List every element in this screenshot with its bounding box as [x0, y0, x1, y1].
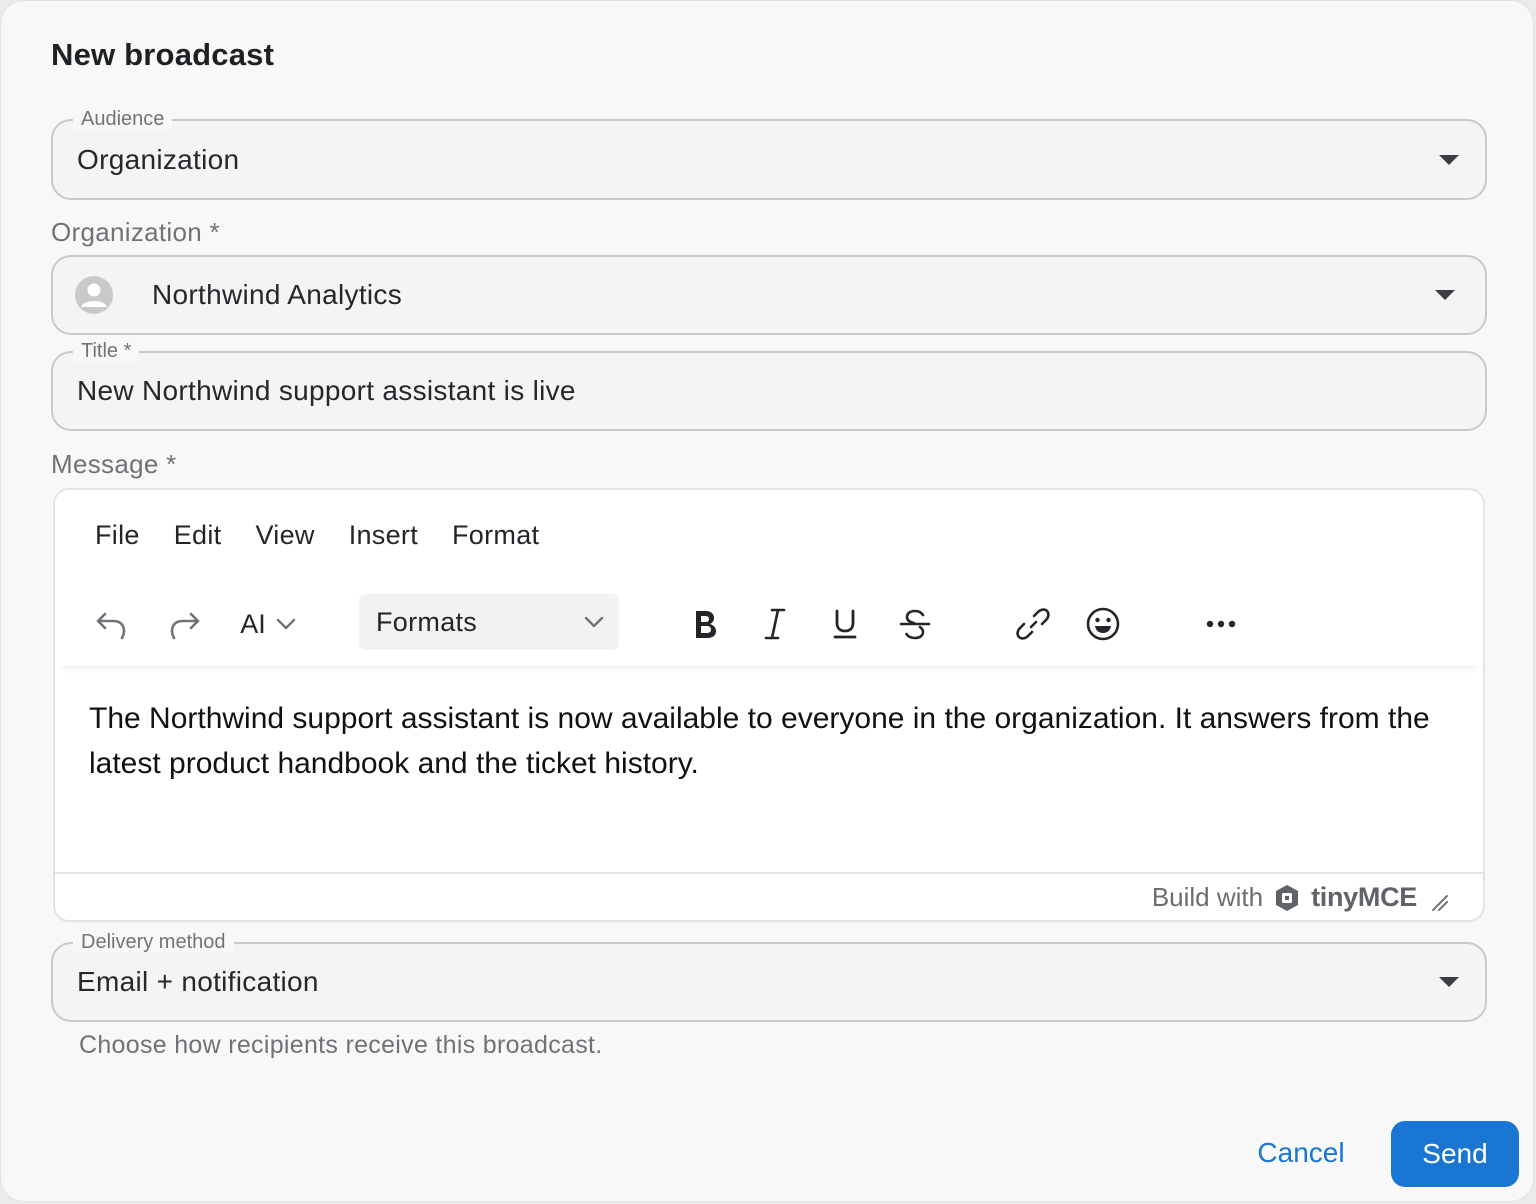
- formats-label: Formats: [376, 607, 478, 637]
- organization-value: Northwind Analytics: [152, 279, 403, 310]
- delivery-method-value: Email + notification: [77, 966, 319, 997]
- link-button[interactable]: [1011, 600, 1055, 648]
- delivery-method-select[interactable]: Delivery method Email + notification: [51, 931, 1487, 1022]
- organization-select[interactable]: Northwind Analytics: [51, 255, 1487, 335]
- editor-statusbar: Build with tinyMCE: [55, 872, 1483, 920]
- message-label: Message *: [51, 449, 177, 479]
- chevron-down-icon: [584, 616, 604, 628]
- redo-button[interactable]: [165, 600, 205, 648]
- link-icon: [1016, 608, 1050, 640]
- build-with-label: Build with: [1151, 882, 1264, 912]
- emoji-button[interactable]: [1081, 600, 1125, 648]
- avatar: [75, 276, 113, 314]
- formats-dropdown[interactable]: Formats: [359, 594, 619, 650]
- title-value: New Northwind support assistant is live: [77, 375, 576, 406]
- more-icon: [1206, 620, 1236, 628]
- tinymce-branding[interactable]: Build with tinyMCE: [1152, 882, 1449, 913]
- audience-value: Organization: [77, 143, 240, 175]
- person-icon: [81, 283, 107, 307]
- underline-icon: [833, 609, 857, 639]
- menu-format[interactable]: Format: [452, 520, 539, 551]
- menu-file[interactable]: File: [95, 520, 140, 551]
- undo-icon: [96, 612, 126, 640]
- italic-button[interactable]: [755, 600, 795, 648]
- chevron-down-icon: [1439, 154, 1459, 165]
- ai-label: AI: [240, 608, 266, 639]
- undo-button[interactable]: [91, 600, 131, 648]
- audience-select[interactable]: Audience Organization: [51, 108, 1487, 200]
- bold-button[interactable]: [685, 600, 725, 648]
- ai-button[interactable]: AI: [233, 600, 303, 648]
- chevron-down-icon: [1439, 977, 1459, 987]
- organization-label: Organization *: [51, 217, 220, 247]
- redo-icon: [170, 612, 200, 640]
- editor-toolbar: AI Formats: [55, 586, 1483, 666]
- title-input[interactable]: Title * New Northwind support assistant …: [51, 340, 1487, 431]
- send-button[interactable]: Send: [1391, 1121, 1519, 1187]
- editor-content[interactable]: The Northwind support assistant is now a…: [89, 696, 1443, 786]
- more-button[interactable]: [1199, 600, 1243, 648]
- menu-view[interactable]: View: [255, 520, 314, 551]
- tinymce-brand: tinyMCE: [1311, 882, 1417, 912]
- menu-edit[interactable]: Edit: [174, 520, 222, 551]
- bold-icon: [696, 611, 716, 638]
- rich-text-editor: File Edit View Insert Format AI Formats …: [53, 488, 1485, 922]
- italic-icon: [764, 608, 786, 640]
- resize-handle-icon[interactable]: [1429, 892, 1449, 912]
- tinymce-logo-icon: [1276, 884, 1299, 911]
- dialog-title: New broadcast: [51, 37, 275, 72]
- emoji-icon: [1086, 607, 1120, 641]
- chevron-down-icon: [276, 618, 295, 630]
- underline-button[interactable]: [825, 600, 865, 648]
- delivery-helper-text: Choose how recipients receive this broad…: [79, 1031, 603, 1059]
- broadcast-dialog: New broadcast Audience Organization Orga…: [0, 0, 1534, 1202]
- cancel-button[interactable]: Cancel: [1239, 1125, 1363, 1181]
- strikethrough-button[interactable]: [895, 600, 935, 648]
- chevron-down-icon: [1435, 290, 1455, 300]
- menu-insert[interactable]: Insert: [349, 520, 418, 551]
- editor-menubar: File Edit View Insert Format: [95, 520, 539, 551]
- strikethrough-icon: [899, 609, 931, 640]
